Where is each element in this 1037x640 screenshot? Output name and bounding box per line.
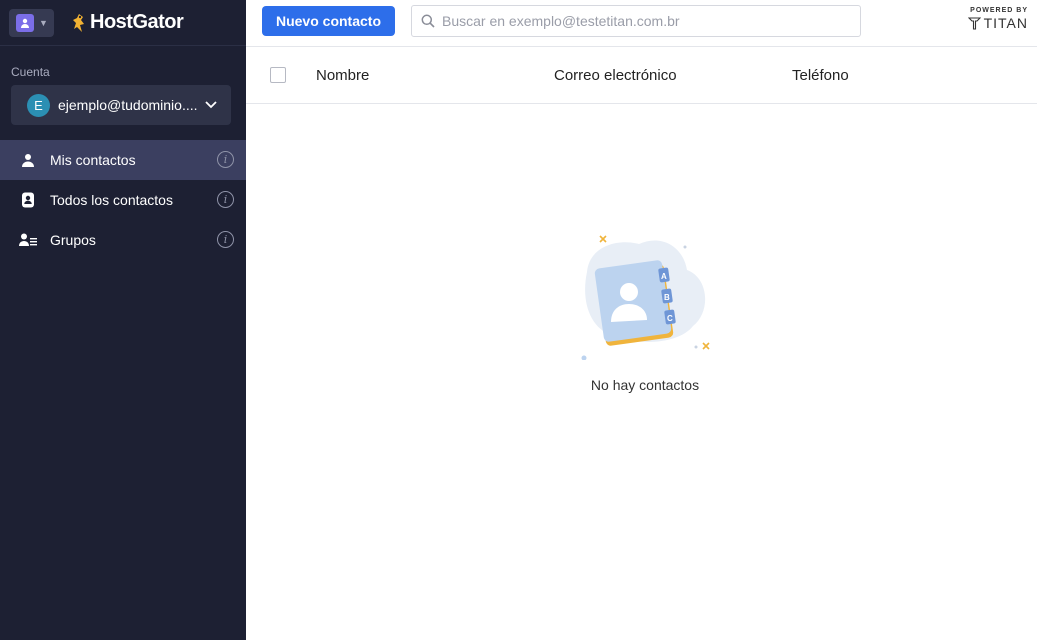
column-header-telefono[interactable]: Teléfono bbox=[792, 67, 849, 84]
search-input[interactable] bbox=[442, 13, 842, 29]
info-icon[interactable]: i bbox=[217, 151, 234, 168]
info-icon[interactable]: i bbox=[217, 191, 234, 208]
sidebar-item-todos-los-contactos[interactable]: Todos los contactos i bbox=[0, 180, 246, 220]
contacts-table-header: Nombre Correo electrónico Teléfono bbox=[246, 46, 1037, 104]
group-list-icon bbox=[19, 231, 37, 249]
empty-state-message: No hay contactos bbox=[590, 377, 700, 393]
sidebar-item-grupos[interactable]: Grupos i bbox=[0, 220, 246, 260]
avatar: E bbox=[27, 93, 50, 117]
select-all-checkbox[interactable] bbox=[270, 67, 286, 83]
search-box[interactable] bbox=[411, 5, 861, 37]
search-icon bbox=[421, 14, 435, 28]
gator-logo-icon bbox=[73, 13, 84, 32]
chevron-down-icon bbox=[205, 101, 217, 109]
contact-book-icon bbox=[19, 191, 37, 209]
account-label: Cuenta bbox=[11, 65, 50, 79]
address-book-icon: A B C bbox=[581, 235, 710, 361]
sidebar-header: ▼ HostGator bbox=[0, 0, 246, 46]
tab-a-label: A bbox=[661, 272, 667, 281]
person-icon bbox=[19, 151, 37, 169]
sidebar-item-mis-contactos[interactable]: Mis contactos i bbox=[0, 140, 246, 180]
empty-state-illustration: A B C bbox=[575, 230, 715, 361]
sidebar-item-label: Mis contactos bbox=[50, 152, 136, 168]
titan-logo: TITAN bbox=[967, 15, 1028, 31]
brand-logo: HostGator bbox=[71, 11, 184, 34]
column-header-correo[interactable]: Correo electrónico bbox=[554, 67, 677, 84]
powered-by-label: POWERED BY bbox=[970, 7, 1028, 14]
brand-name: HostGator bbox=[90, 11, 184, 33]
account-selector[interactable]: E ejemplo@tudominio.... bbox=[11, 85, 231, 125]
account-email: ejemplo@tudominio.... bbox=[58, 97, 198, 113]
sidebar: ▼ HostGator Cuenta E ejemplo@tudominio..… bbox=[0, 0, 246, 640]
tab-c-label: C bbox=[667, 314, 673, 323]
app-switcher-button[interactable]: ▼ bbox=[9, 8, 54, 37]
chevron-down-icon: ▼ bbox=[39, 17, 48, 28]
titan-logo-icon bbox=[967, 16, 981, 30]
titan-name: TITAN bbox=[983, 15, 1028, 31]
sidebar-item-label: Grupos bbox=[50, 232, 96, 248]
powered-by-titan: POWERED BY TITAN bbox=[967, 7, 1028, 31]
new-contact-button[interactable]: Nuevo contacto bbox=[262, 6, 395, 36]
sidebar-item-label: Todos los contactos bbox=[50, 192, 173, 208]
info-icon[interactable]: i bbox=[217, 231, 234, 248]
tab-b-label: B bbox=[664, 293, 670, 302]
sidebar-nav: Mis contactos i Todos los contactos i Gr… bbox=[0, 140, 246, 260]
column-header-nombre[interactable]: Nombre bbox=[316, 67, 369, 84]
contacts-app-icon bbox=[16, 13, 34, 32]
